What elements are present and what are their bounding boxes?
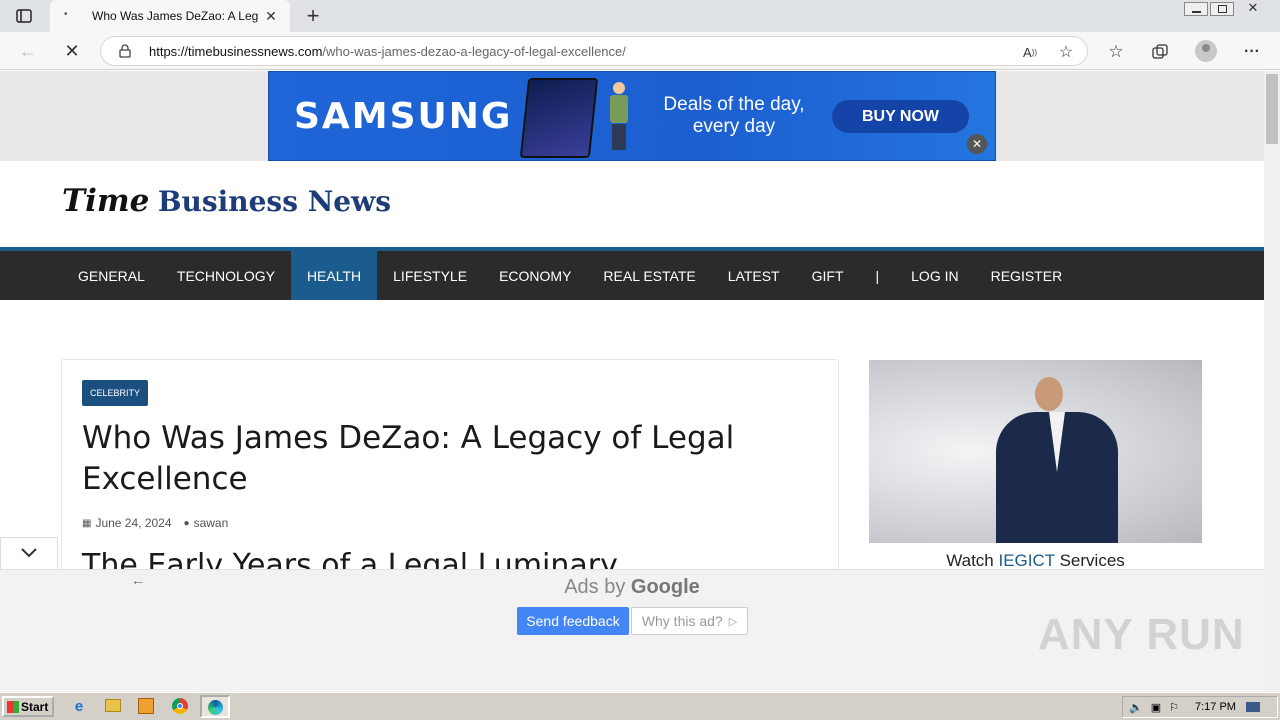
site-logo[interactable]: Time Business News: [62, 183, 391, 219]
windows-taskbar: Start e 🔈 ▣ ⚐ 7:17 PM: [0, 692, 1280, 720]
article-title: Who Was James DeZao: A Legacy of Legal E…: [82, 418, 822, 500]
article-title-line2: Excellence: [82, 461, 248, 497]
logo-time: Time: [62, 183, 150, 219]
nav-register[interactable]: REGISTER: [975, 251, 1079, 300]
send-feedback-button[interactable]: Send feedback: [517, 607, 629, 635]
clock[interactable]: 7:17 PM: [1195, 701, 1236, 713]
url-path: /who-was-james-dezao-a-legacy-of-legal-e…: [322, 44, 626, 59]
nav-item-real-estate[interactable]: REAL ESTATE: [587, 251, 711, 300]
explorer-folder-icon[interactable]: [105, 699, 121, 712]
tab-close-icon[interactable]: ✕: [262, 7, 280, 25]
ad-tagline-line2: every day: [692, 116, 776, 137]
nav-item-economy[interactable]: ECONOMY: [483, 251, 587, 300]
nav-login[interactable]: LOG IN: [895, 251, 974, 300]
collections-icon[interactable]: [1148, 41, 1172, 63]
bottom-ad-overlay: ← Ads by Google Send feedback Why this a…: [0, 569, 1264, 692]
presenter-body: [996, 412, 1118, 543]
nav-item-gift[interactable]: GIFT: [796, 251, 860, 300]
close-ad-icon[interactable]: ✕: [967, 134, 987, 154]
tab-favicon-icon: •: [64, 9, 68, 20]
read-aloud-icon[interactable]: A)): [1019, 42, 1041, 62]
url-bar[interactable]: https://timebusinessnews.com/who-was-jam…: [100, 36, 1088, 66]
anyrun-watermark: ANY RUN: [1038, 610, 1245, 659]
author-icon: ●: [183, 517, 190, 529]
restore-button[interactable]: [1210, 2, 1234, 16]
edge-taskbar-button[interactable]: [200, 695, 230, 718]
presenter-head: [1035, 377, 1063, 411]
ie-icon[interactable]: e: [70, 697, 88, 715]
nav-list: GENERAL TECHNOLOGY HEALTH LIFESTYLE ECONOMY R…: [62, 251, 1078, 300]
add-favorite-icon[interactable]: ☆: [1055, 42, 1077, 62]
media-player-icon[interactable]: [138, 698, 154, 714]
url-text: https://timebusinessnews.com/who-was-jam…: [149, 44, 626, 59]
ad-tagline-line1: Deals of the day,: [663, 94, 805, 115]
nav-item-health[interactable]: HEALTH: [290, 251, 378, 300]
caption-prefix: Watch: [946, 551, 999, 570]
article-date[interactable]: June 24, 2024: [95, 516, 171, 530]
browser-tab-bar: • Who Was James DeZao: A Legal ✕ + ✕: [0, 0, 1280, 32]
google-label: Google: [630, 576, 700, 598]
caption-suffix: Services: [1054, 551, 1125, 570]
category-badge[interactable]: CELEBRITY: [82, 380, 149, 406]
edge-icon: [207, 700, 223, 715]
back-icon[interactable]: ←: [16, 40, 40, 62]
ads-by-label: Ads by: [564, 576, 631, 598]
calendar-icon: ▦: [82, 517, 92, 529]
samsung-logo: SAMSUNG: [294, 96, 513, 137]
close-window-button[interactable]: ✕: [1238, 0, 1268, 16]
nav-separator: |: [875, 267, 880, 284]
side-ad-caption: Watch IEGICT Services: [869, 551, 1202, 571]
url-domain: https://timebusinessnews.com: [149, 44, 323, 59]
start-label: Start: [21, 699, 49, 714]
nav-item-technology[interactable]: TECHNOLOGY: [161, 251, 291, 300]
why-this-ad-button[interactable]: Why this ad? ▷: [631, 607, 748, 635]
profile-avatar[interactable]: [1195, 40, 1217, 62]
stop-loading-icon[interactable]: ✕: [60, 40, 84, 62]
why-this-ad-label: Why this ad?: [641, 613, 723, 629]
new-tab-icon[interactable]: +: [300, 3, 326, 28]
volume-icon[interactable]: 🔈: [1129, 701, 1143, 714]
flag-icon[interactable]: ⚐: [1169, 701, 1179, 714]
main-nav: GENERAL TECHNOLOGY HEALTH LIFESTYLE ECONOMY R…: [0, 247, 1264, 300]
more-menu-icon[interactable]: ···: [1240, 41, 1264, 63]
favorites-icon[interactable]: ☆: [1104, 41, 1128, 63]
buy-now-button[interactable]: BUY NOW: [832, 100, 969, 133]
tab-actions-icon[interactable]: [10, 6, 38, 26]
side-ad-video[interactable]: [869, 360, 1202, 543]
lock-icon[interactable]: [119, 44, 131, 58]
active-tab[interactable]: • Who Was James DeZao: A Legal ✕: [50, 0, 290, 32]
article-title-line1: Who Was James DeZao: A Legacy of Legal: [82, 420, 735, 456]
article-author[interactable]: sawan: [194, 516, 229, 530]
start-button[interactable]: Start: [2, 696, 54, 717]
logo-business-news: Business News: [157, 185, 391, 218]
phone-image: [519, 78, 599, 158]
scrollbar-thumb[interactable]: [1266, 74, 1278, 144]
page-scrollbar[interactable]: [1264, 71, 1280, 692]
article-meta: ▦ June 24, 2024 ● sawan: [82, 516, 228, 530]
person-figure-image: [604, 82, 634, 154]
ads-by-google: Ads by Google: [0, 576, 1264, 599]
tab-title: Who Was James DeZao: A Legal: [92, 9, 258, 23]
chrome-icon[interactable]: [172, 698, 188, 714]
show-desktop-icon[interactable]: [1245, 702, 1260, 712]
nav-item-latest[interactable]: LATEST: [712, 251, 796, 300]
caption-link[interactable]: IEGICT: [998, 551, 1054, 570]
windows-logo-icon: [7, 700, 19, 713]
play-triangle-icon: ▷: [728, 615, 738, 628]
webpage: SAMSUNG Deals of the day, every day BUY …: [0, 71, 1264, 692]
network-icon[interactable]: ▣: [1151, 701, 1161, 714]
collapse-ad-tab[interactable]: [0, 537, 58, 569]
site-header: Time Business News: [0, 161, 1264, 247]
ad-tagline: Deals of the day, every day: [649, 94, 819, 138]
nav-item-general[interactable]: GENERAL: [62, 251, 161, 300]
minimize-button[interactable]: [1184, 2, 1208, 16]
system-tray: 🔈 ▣ ⚐ 7:17 PM: [1122, 696, 1278, 718]
samsung-ad-banner[interactable]: SAMSUNG Deals of the day, every day BUY …: [268, 71, 996, 161]
nav-item-lifestyle[interactable]: LIFESTYLE: [377, 251, 483, 300]
